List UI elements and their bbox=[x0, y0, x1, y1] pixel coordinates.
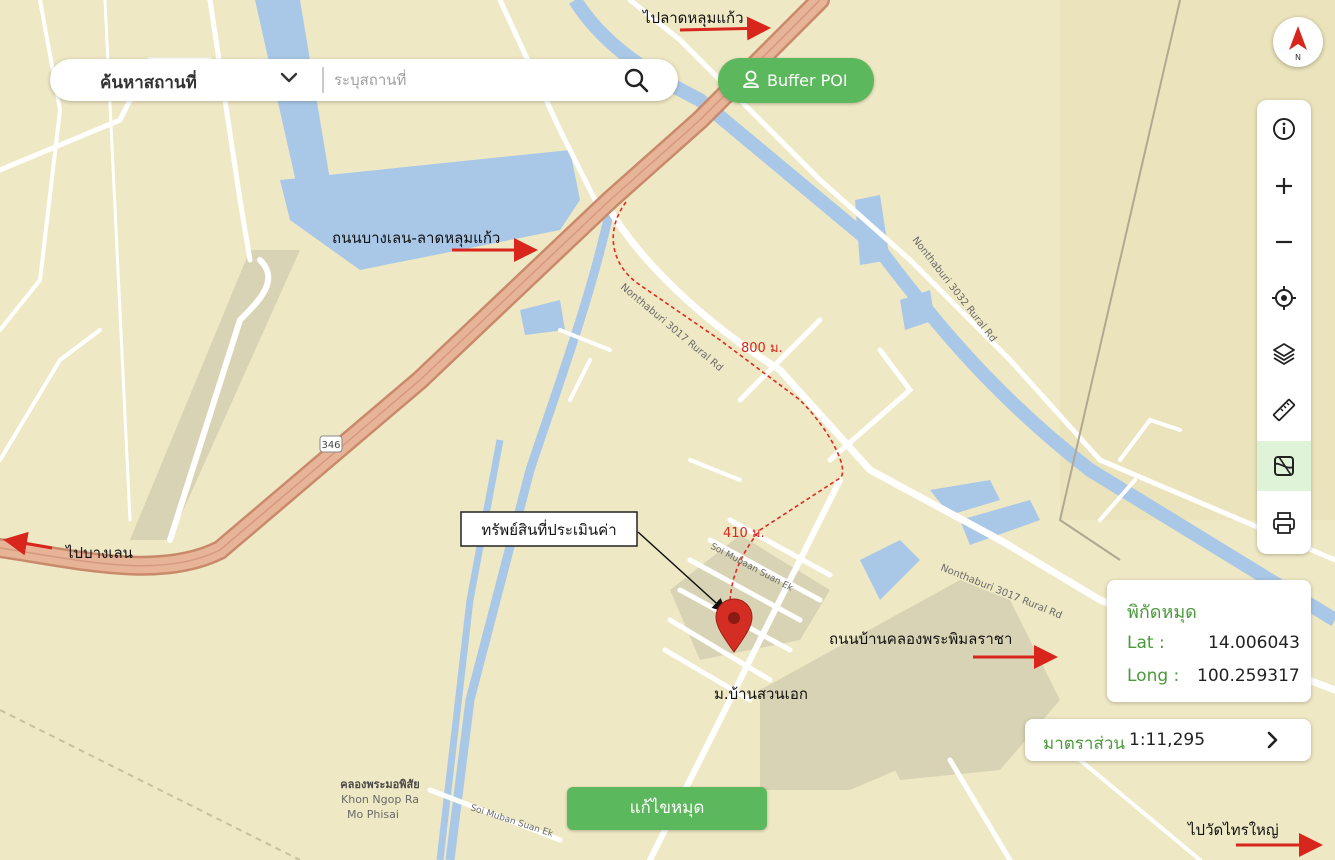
zoom-out-button[interactable] bbox=[1257, 217, 1311, 267]
chevron-down-icon[interactable] bbox=[278, 67, 300, 89]
buffer-poi-button[interactable]: Buffer POI bbox=[718, 58, 874, 103]
khlong-name-en-1: Khon Ngop Ra bbox=[341, 793, 419, 806]
lat-label: Lat : bbox=[1127, 633, 1165, 653]
edit-pin-button[interactable]: แก้ไขหมุด bbox=[567, 787, 767, 830]
measure-button[interactable] bbox=[1257, 385, 1311, 435]
printer-icon bbox=[1273, 512, 1295, 534]
long-label: Long : bbox=[1127, 666, 1180, 686]
crosshair-icon bbox=[1272, 286, 1296, 310]
search-mode-label[interactable]: ค้นหาสถานที่ bbox=[100, 69, 197, 96]
compass-button[interactable]: N bbox=[1273, 17, 1323, 67]
label-distance-800: 800 ม. bbox=[741, 341, 783, 356]
search-divider bbox=[322, 67, 324, 93]
chevron-right-icon[interactable] bbox=[1261, 729, 1283, 751]
khlong-name-th: คลองพระมอพิสัย bbox=[340, 778, 419, 791]
compass-north-icon: N bbox=[1289, 26, 1307, 62]
scale-label: มาตราส่วน bbox=[1043, 734, 1126, 754]
info-icon bbox=[1273, 118, 1295, 140]
search-input[interactable] bbox=[332, 65, 616, 95]
locate-button[interactable] bbox=[1257, 273, 1311, 323]
label-to-lat-lum-kaeo: ไปลาดหลุมแก้ว bbox=[642, 9, 744, 28]
layers-button[interactable] bbox=[1257, 329, 1311, 379]
print-button[interactable] bbox=[1257, 498, 1311, 548]
label-to-bang-len: ไปบางเลน bbox=[65, 544, 133, 562]
lat-value: 14.006043 bbox=[1208, 633, 1300, 653]
map-style-icon bbox=[1274, 456, 1294, 476]
buffer-poi-label: Buffer POI bbox=[767, 71, 848, 90]
route-346-label: 346 bbox=[321, 440, 340, 451]
zoom-in-button[interactable] bbox=[1257, 161, 1311, 211]
long-value: 100.259317 bbox=[1197, 666, 1300, 686]
info-button[interactable] bbox=[1257, 104, 1311, 154]
label-distance-410: 410 ม. bbox=[723, 526, 765, 541]
coordinates-panel: พิกัดหมุด Lat : 14.006043 Long : 100.259… bbox=[1107, 580, 1311, 702]
scale-panel[interactable]: มาตราส่วน 1:11,295 bbox=[1025, 719, 1311, 761]
label-to-wat-sai-yai: ไปวัดไทรใหญ่ bbox=[1187, 821, 1279, 839]
khlong-name-en-2: Mo Phisai bbox=[347, 808, 399, 821]
layers-icon bbox=[1273, 343, 1295, 365]
search-bar: ค้นหาสถานที่ bbox=[50, 59, 678, 101]
compass-label: N bbox=[1295, 53, 1301, 62]
scale-value: 1:11,295 bbox=[1129, 730, 1206, 750]
label-village: ม.บ้านสวนเอก bbox=[714, 685, 808, 703]
map-toolbar bbox=[1257, 100, 1311, 554]
ruler-icon bbox=[1272, 398, 1296, 422]
basemap-button[interactable] bbox=[1257, 441, 1311, 491]
minus-icon bbox=[1276, 240, 1292, 244]
search-icon[interactable] bbox=[622, 66, 650, 94]
label-road-khlong-phra-phimon: ถนนบ้านคลองพระพิมลราชา bbox=[829, 630, 1012, 648]
property-callout-label: ทรัพย์สินที่ประเมินค่า bbox=[481, 519, 616, 539]
plus-icon bbox=[1276, 178, 1292, 194]
coordinates-title: พิกัดหมุด bbox=[1127, 602, 1197, 623]
label-road-bang-len-lat-lum-kaeo: ถนนบางเลน-ลาดหลุมแก้ว bbox=[332, 229, 500, 248]
person-pin-icon bbox=[743, 70, 759, 88]
